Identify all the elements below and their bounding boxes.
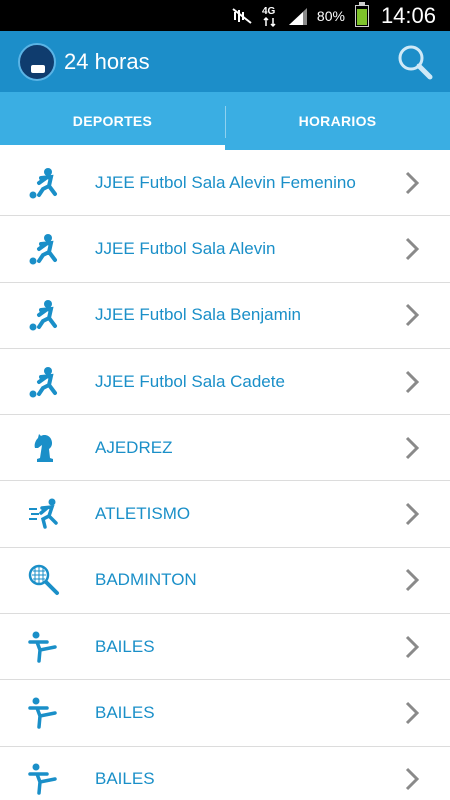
svg-text:4G: 4G <box>262 6 276 17</box>
action-bar: 24 horas <box>0 31 450 92</box>
search-button[interactable] <box>396 43 434 81</box>
tab-horarios[interactable]: HORARIOS <box>225 92 450 150</box>
signal-strength-icon <box>287 6 309 26</box>
soccer-player-icon <box>27 232 61 266</box>
list-item[interactable]: ATLETISMO <box>0 481 450 548</box>
item-label: ATLETISMO <box>95 504 191 524</box>
runner-icon <box>27 497 61 531</box>
tab-bar: DEPORTES HORARIOS <box>0 92 450 150</box>
chevron-right-icon <box>405 569 420 592</box>
list-item[interactable]: JJEE Futbol Sala Cadete <box>0 349 450 416</box>
item-label: BAILES <box>95 769 155 789</box>
chevron-right-icon <box>405 635 420 658</box>
list-item[interactable]: BADMINTON <box>0 548 450 615</box>
app-logo[interactable] <box>18 42 56 81</box>
page-title: 24 horas <box>64 48 150 74</box>
chevron-right-icon <box>405 304 420 327</box>
tab-deportes[interactable]: DEPORTES <box>0 92 225 150</box>
badminton-racket-icon <box>27 563 61 597</box>
chevron-right-icon <box>405 768 420 791</box>
dancer-icon <box>27 696 61 730</box>
soccer-player-icon <box>27 166 61 200</box>
chevron-right-icon <box>405 171 420 194</box>
battery-icon <box>354 1 369 27</box>
list-item[interactable]: JJEE Futbol Sala Benjamin <box>0 283 450 349</box>
chevron-right-icon <box>405 503 420 526</box>
soccer-player-icon <box>27 298 61 332</box>
item-label: JJEE Futbol Sala Benjamin <box>95 305 301 325</box>
status-bar: 4G 80% 14:06 <box>0 0 450 31</box>
item-label: JJEE Futbol Sala Cadete <box>95 371 285 391</box>
list-item[interactable]: JJEE Futbol Sala Alevin Femenino <box>0 150 450 217</box>
list-item[interactable]: BAILES <box>0 614 450 681</box>
search-icon <box>398 45 433 80</box>
list-item[interactable]: BAILES <box>0 747 450 800</box>
tab-divider <box>225 106 226 138</box>
list-item[interactable]: JJEE Futbol Sala Alevin <box>0 216 450 283</box>
chess-knight-icon <box>27 431 61 465</box>
item-label: JJEE Futbol Sala Alevin Femenino <box>95 172 356 192</box>
list-item[interactable]: BAILES <box>0 680 450 747</box>
item-label: BAILES <box>95 703 155 723</box>
dancer-icon <box>27 762 61 796</box>
network-4g-icon: 4G <box>261 4 279 28</box>
item-label: BADMINTON <box>95 570 197 590</box>
item-label: JJEE Futbol Sala Alevin <box>95 238 276 258</box>
chevron-right-icon <box>405 436 420 459</box>
battery-percent: 80% <box>316 7 345 24</box>
list-item[interactable]: AJEDREZ <box>0 415 450 482</box>
soccer-player-icon <box>27 365 61 399</box>
nfc-mute-icon <box>231 7 253 25</box>
item-label: BAILES <box>95 636 155 656</box>
chevron-right-icon <box>405 237 420 260</box>
clock: 14:06 <box>380 2 436 28</box>
dancer-icon <box>27 630 61 664</box>
sports-list: JJEE Futbol Sala Alevin Femenino JJEE Fu… <box>0 150 450 800</box>
chevron-right-icon <box>405 701 420 725</box>
chevron-right-icon <box>405 370 420 393</box>
item-label: AJEDREZ <box>95 437 173 457</box>
